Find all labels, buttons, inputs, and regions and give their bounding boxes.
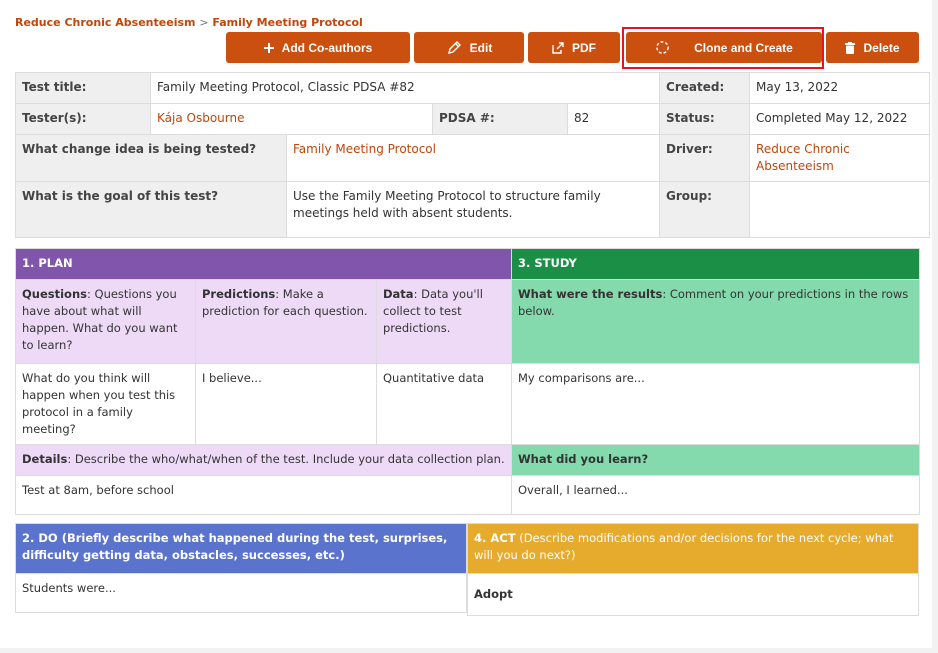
do-table: 2. DO (Briefly describe what happened du… [15,523,467,613]
breadcrumb-separator: > [199,16,209,29]
breadcrumb-parent-link[interactable]: Reduce Chronic Absenteeism [15,16,195,29]
plan-details-value: Test at 8am, before school [15,475,512,515]
clone-circle-icon [656,41,669,54]
delete-label: Delete [863,40,900,55]
test-title-label: Test title: [15,72,151,104]
plan-details-prompt: Details: Describe the who/what/when of t… [15,444,512,476]
add-coauthors-button[interactable]: Add Co-authors [226,32,410,63]
predictions-label: Predictions [202,287,276,301]
data-label: Data [383,287,414,301]
goal-value: Use the Family Meeting Protocol to struc… [285,181,661,238]
do-header-desc: (Briefly describe what happened during t… [22,531,448,562]
details-desc: : Describe the who/what/when of the test… [67,452,505,466]
change-idea-label: What change idea is being tested? [15,134,287,182]
plan-predictions-prompt: Predictions: Make a prediction for each … [195,279,377,364]
status-value: Completed May 12, 2022 [749,103,931,135]
questions-label: Questions [22,287,87,301]
change-idea-link[interactable]: Family Meeting Protocol [285,134,661,182]
plan-questions-prompt: Questions: Questions you have about what… [15,279,196,364]
test-title-value: Family Meeting Protocol, Classic PDSA #8… [149,72,661,104]
study-learn-value: Overall, I learned... [511,475,920,515]
act-header: 4. ACT (Describe modifications and/or de… [467,523,919,574]
act-table: 4. ACT (Describe modifications and/or de… [467,523,919,616]
do-header: 2. DO (Briefly describe what happened du… [15,523,467,574]
plan-header: 1. PLAN [15,248,512,280]
study-results-value: My comparisons are... [511,363,920,445]
edit-button[interactable]: Edit [414,32,524,63]
breadcrumb-current-link[interactable]: Family Meeting Protocol [212,16,362,29]
test-info-table: Test title: Family Meeting Protocol, Cla… [15,72,931,238]
export-icon [552,41,564,54]
pdsa-number-value: 82 [566,103,661,135]
details-label: Details [22,452,68,466]
testers-label: Tester(s): [15,103,151,135]
pdsa-number-label: PDSA #: [432,103,568,135]
driver-label: Driver: [659,134,751,182]
plan-study-table: 1. PLAN 3. STUDY Questions: Questions yo… [15,248,920,515]
delete-button[interactable]: Delete [826,32,919,63]
status-label: Status: [659,103,751,135]
pdf-button[interactable]: PDF [528,32,620,63]
act-header-desc: (Describe modifications and/or decisions… [474,531,894,562]
clone-and-create-label: Clone and Create [694,40,793,55]
do-value: Students were... [15,573,467,613]
tester-link[interactable]: Kája Osbourne [150,103,433,135]
add-coauthors-label: Add Co-authors [281,40,373,55]
clone-and-create-button[interactable]: Clone and Create [626,32,822,63]
plan-question-value: What do you think will happen when you t… [15,363,196,445]
results-label: What were the results [518,287,663,301]
study-results-prompt: What were the results: Comment on your p… [511,279,920,364]
study-learn-prompt: What did you learn? [511,444,920,476]
act-value: Adopt [467,573,919,616]
group-label: Group: [659,181,751,238]
created-label: Created: [659,72,751,104]
do-header-label: 2. DO [22,531,58,545]
pencil-icon [447,40,461,54]
trash-icon [845,41,856,54]
study-header: 3. STUDY [511,248,920,280]
breadcrumb: Reduce Chronic Absenteeism > Family Meet… [15,16,363,29]
plus-icon [263,42,274,53]
driver-link[interactable]: Reduce Chronic Absenteeism [749,134,931,182]
group-value [749,181,931,238]
pdf-label: PDF [572,40,596,55]
plan-prediction-value: I believe... [195,363,377,445]
created-value: May 13, 2022 [749,72,931,104]
goal-label: What is the goal of this test? [15,181,287,238]
act-header-label: 4. ACT [474,531,516,545]
page: Reduce Chronic Absenteeism > Family Meet… [0,0,932,648]
plan-data-value: Quantitative data [376,363,512,445]
edit-label: Edit [469,40,493,55]
plan-data-prompt: Data: Data you'll collect to test predic… [376,279,512,364]
